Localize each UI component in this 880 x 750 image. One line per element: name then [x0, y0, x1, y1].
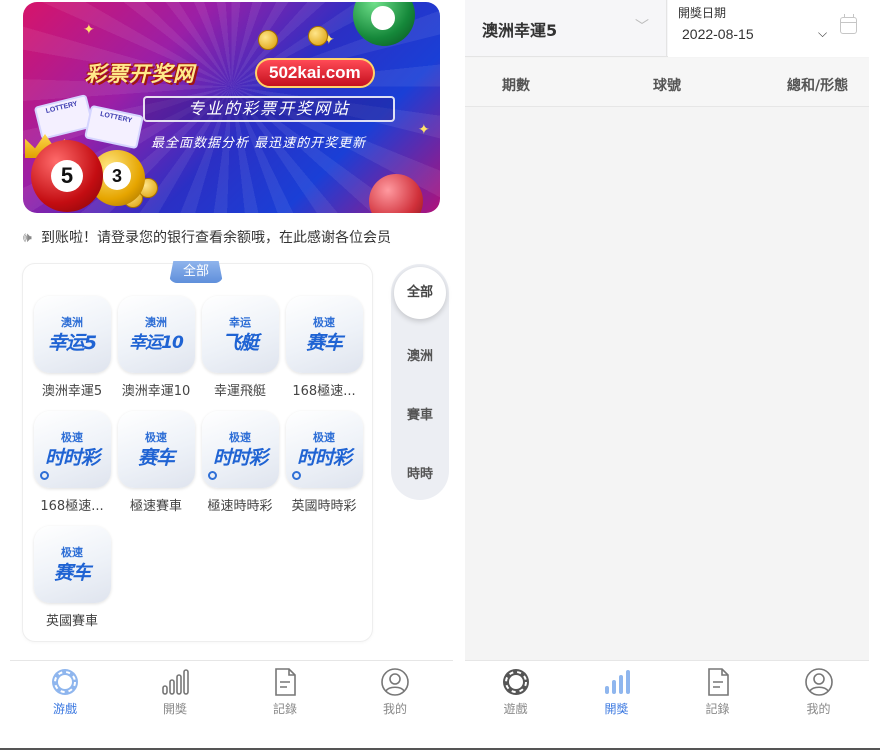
user-icon: [768, 666, 869, 698]
airship-icon: 幸运 飞艇: [201, 296, 279, 373]
column-header: 期數: [502, 78, 530, 94]
tab-games[interactable]: 遊戲: [465, 666, 566, 717]
game-tile[interactable]: 极速 时时彩 英國時時彩: [284, 411, 364, 514]
game-name: 極速時時彩: [207, 499, 273, 514]
promo-banner[interactable]: ✦ ✦ ✦ 彩票开奖网 502kai.com 专业的彩票开奖网站 最全面数据分析…: [23, 2, 440, 213]
racing-icon: 极速 赛车: [285, 296, 363, 373]
category-tag: 全部: [169, 261, 223, 283]
tab-results[interactable]: 開獎: [120, 666, 230, 717]
tab-label: 記錄: [705, 702, 730, 716]
document-icon: [230, 666, 340, 698]
game-name: 168極速...: [292, 384, 356, 399]
ssc-icon: 极速 时时彩: [285, 411, 363, 488]
tab-results[interactable]: 開獎: [566, 666, 667, 717]
notice-marquee[interactable]: 🕪 到账啦！请登录您的银行查看余额哦，在此感谢各位会员: [23, 226, 448, 250]
results-header: 澳洲幸運5 ﹀ 開獎日期 2022-08-15 ⌵: [465, 0, 869, 57]
tab-records[interactable]: 記錄: [667, 666, 768, 717]
chevron-down-icon: ⌵: [818, 26, 828, 40]
column-header: 球號: [653, 78, 681, 94]
racing-icon: 极速 赛车: [117, 411, 195, 488]
game-select-value: 澳洲幸運5: [482, 21, 558, 40]
games-icon: [10, 666, 120, 698]
chevron-down-icon: ﹀: [635, 19, 649, 35]
coin-icon: [308, 26, 328, 46]
notice-text: 到账啦！请登录您的银行查看余额哦，在此感谢各位会员: [41, 230, 391, 246]
banner-url: 502kai.com: [255, 58, 375, 88]
banner-subtitle: 专业的彩票开奖网站: [143, 96, 395, 122]
results-panel: 澳洲幸運5 ﹀ 開獎日期 2022-08-15 ⌵ 期數 球號 總和/形態 遊戲…: [465, 0, 869, 723]
document-icon: [667, 666, 768, 698]
coin-icon: [258, 30, 278, 50]
game-name: 幸運飛艇: [213, 384, 266, 399]
games-icon: [465, 666, 566, 698]
tab-label: 遊戲: [503, 702, 528, 716]
game-tile[interactable]: 澳洲 幸运5 澳洲幸運5: [32, 296, 112, 399]
game-name: 澳洲幸運5: [41, 384, 103, 399]
racing-icon: 极速 赛车: [33, 526, 111, 603]
ssc-icon: 极速 时时彩: [201, 411, 279, 488]
game-name: 英國時時彩: [291, 499, 357, 514]
speaker-icon: 🕪: [23, 230, 32, 246]
date-picker[interactable]: 開獎日期 2022-08-15 ⌵: [668, 0, 869, 57]
sparkle-icon: ✦: [418, 122, 430, 138]
game-tile[interactable]: 极速 赛车 英國賽車: [32, 526, 112, 629]
tab-label: 記錄: [272, 702, 297, 716]
lucky10-icon: 澳洲 幸运10: [117, 296, 195, 373]
tab-label: 我的: [382, 702, 407, 716]
date-label: 開獎日期: [678, 6, 727, 20]
banner-title: 彩票开奖网: [85, 62, 195, 86]
calendar-icon[interactable]: [840, 14, 857, 34]
games-panel: ✦ ✦ ✦ 彩票开奖网 502kai.com 专业的彩票开奖网站 最全面数据分析…: [10, 0, 453, 723]
chart-icon: [120, 666, 230, 698]
game-tile[interactable]: 极速 赛车 極速賽車: [116, 411, 196, 514]
game-name: 英國賽車: [45, 614, 98, 629]
game-tile[interactable]: 幸运 飞艇 幸運飛艇: [200, 296, 280, 399]
category-sidebar: 全部 澳洲 賽車 時時: [391, 264, 449, 500]
banner-tagline: 最全面数据分析 最迅速的开奖更新: [151, 136, 367, 151]
date-value: 2022-08-15: [682, 26, 754, 42]
category-ssc[interactable]: 時時: [391, 463, 449, 482]
category-australia[interactable]: 澳洲: [391, 345, 449, 364]
user-icon: [340, 666, 450, 698]
tab-label: 我的: [806, 702, 831, 716]
bottom-tab-bar: 游戲 開獎 記錄 我的: [10, 660, 453, 723]
game-name: 極速賽車: [129, 499, 182, 514]
game-tile[interactable]: 极速 时时彩 168極速...: [32, 411, 112, 514]
tab-records[interactable]: 記錄: [230, 666, 340, 717]
game-tile[interactable]: 极速 赛车 168極速...: [284, 296, 364, 399]
tab-label: 開獎: [162, 702, 187, 716]
lucky5-icon: 澳洲 幸运5: [33, 296, 111, 373]
ssc-icon: 极速 时时彩: [33, 411, 111, 488]
category-racing[interactable]: 賽車: [391, 404, 449, 423]
tab-label: 開獎: [604, 702, 629, 716]
game-name: 168極速...: [40, 499, 104, 514]
results-table-header: 期數 球號 總和/形態: [465, 58, 869, 107]
tab-label: 游戲: [52, 702, 77, 716]
lottery-ball-icon: 5: [31, 140, 103, 212]
chart-icon: [566, 666, 667, 698]
sparkle-icon: ✦: [83, 22, 95, 38]
game-name: 澳洲幸運10: [121, 384, 191, 399]
game-tile[interactable]: 极速 时时彩 極速時時彩: [200, 411, 280, 514]
tab-mine[interactable]: 我的: [340, 666, 450, 717]
tab-mine[interactable]: 我的: [768, 666, 869, 717]
category-all[interactable]: 全部: [394, 267, 446, 319]
game-tile[interactable]: 澳洲 幸运10 澳洲幸運10: [116, 296, 196, 399]
game-select[interactable]: 澳洲幸運5 ﹀: [465, 0, 667, 57]
column-header: 總和/形態: [787, 78, 849, 94]
bottom-tab-bar: 遊戲 開獎 記錄 我的: [465, 660, 869, 723]
tab-games[interactable]: 游戲: [10, 666, 120, 717]
